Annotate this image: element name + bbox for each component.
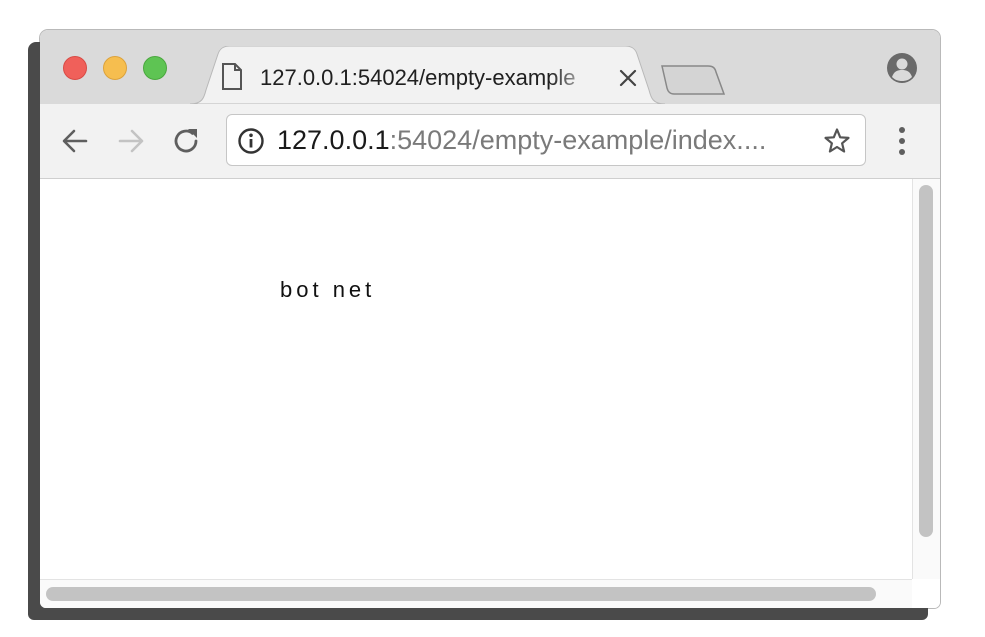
tab-title: 127.0.0.1:54024/empty-example <box>260 65 576 90</box>
url-host: 127.0.0.1 <box>277 125 390 155</box>
minimize-window-button[interactable] <box>103 56 127 80</box>
horizontal-scrollbar[interactable] <box>40 579 912 608</box>
tab-title-fade <box>550 63 596 93</box>
toolbar: 127.0.0.1:54024/empty-example/index.... <box>40 104 940 179</box>
url-path: :54024/empty-example/index.... <box>389 125 767 155</box>
forward-arrow-icon[interactable] <box>115 125 147 157</box>
horizontal-scroll-thumb[interactable] <box>46 587 876 601</box>
scrollbar-corner <box>912 579 940 608</box>
info-icon[interactable] <box>237 127 265 160</box>
close-tab-icon[interactable] <box>618 68 638 88</box>
page-icon <box>220 62 244 97</box>
address-bar[interactable]: 127.0.0.1:54024/empty-example/index.... <box>226 114 866 166</box>
back-arrow-icon[interactable] <box>59 125 91 157</box>
vertical-scroll-thumb[interactable] <box>919 185 933 537</box>
bookmark-star-icon[interactable] <box>823 127 851 160</box>
url-text[interactable]: 127.0.0.1:54024/empty-example/index.... <box>277 123 807 157</box>
page-content: bot net <box>40 179 912 579</box>
page-text: bot net <box>280 277 376 302</box>
menu-dots-icon[interactable] <box>892 125 912 162</box>
new-tab-button[interactable] <box>658 62 728 103</box>
reload-icon[interactable] <box>171 125 203 157</box>
title-bar: 127.0.0.1:54024/empty-example <box>40 30 940 106</box>
profile-icon[interactable] <box>886 52 918 89</box>
vertical-scrollbar[interactable] <box>912 179 940 579</box>
browser-tab[interactable]: 127.0.0.1:54024/empty-example <box>190 46 665 106</box>
maximize-window-button[interactable] <box>143 56 167 80</box>
close-window-button[interactable] <box>63 56 87 80</box>
browser-window: 127.0.0.1:54024/empty-example 127.0.0.1:… <box>40 30 940 608</box>
